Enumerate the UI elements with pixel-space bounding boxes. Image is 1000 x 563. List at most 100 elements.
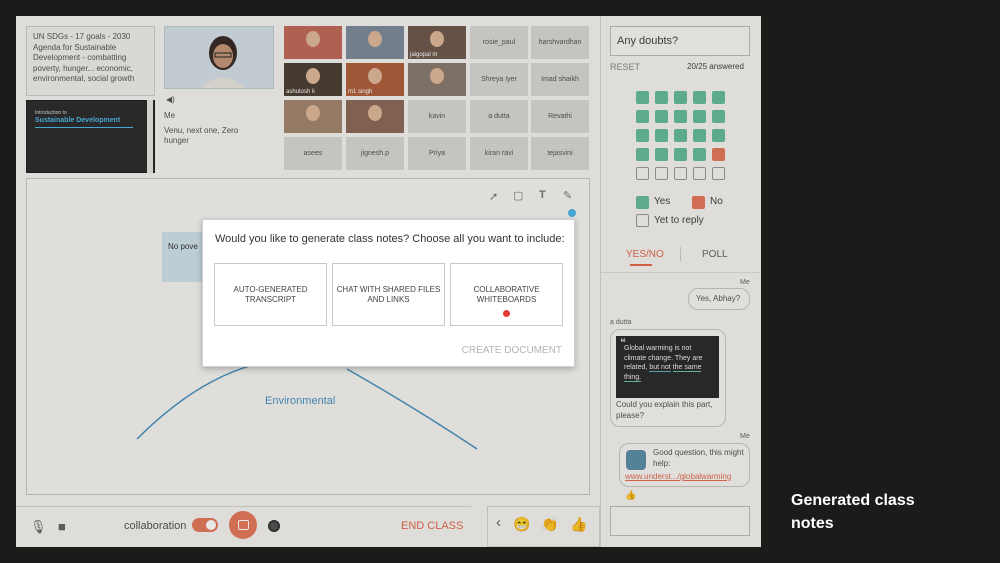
chat-reply: Good question, this might help: — [653, 448, 744, 468]
option-chat[interactable]: CHAT WITH SHARED FILES AND LINKS — [332, 263, 445, 326]
pointer-icon[interactable]: ➚ — [489, 190, 498, 203]
poll-square-yes — [636, 110, 649, 123]
legend-no: No — [710, 196, 723, 207]
laugh-emoji-button[interactable]: 😁 — [513, 516, 530, 533]
participant-name: harshvardhan — [538, 39, 582, 46]
speaker-icon[interactable]: ◀) — [166, 95, 175, 104]
tab-poll[interactable]: POLL — [702, 249, 728, 260]
participant-avatar — [368, 105, 382, 121]
participant-video — [284, 26, 342, 59]
chat-input[interactable] — [610, 506, 750, 536]
chat-sender-me-2: Me — [740, 433, 750, 440]
legend-pending: Yet to reply — [654, 215, 704, 226]
poll-square-yes — [636, 148, 649, 161]
clap-emoji-button[interactable]: 👏 — [541, 516, 558, 533]
participant-avatar — [306, 105, 320, 121]
branch-label: Environmental — [265, 395, 336, 407]
poll-square-yes — [655, 110, 668, 123]
shared-quote-image[interactable]: ❝ Global warming is not climate change. … — [616, 336, 719, 398]
participant-tile: Priya — [408, 137, 466, 170]
participant-tile: asees — [284, 137, 342, 170]
teacher-caption: Venu, next one, Zero hunger — [164, 125, 239, 146]
chat-sender-me: Me — [740, 279, 750, 286]
participant-tile: a dutta — [470, 100, 528, 133]
participant-avatar — [430, 31, 444, 47]
page-caption: Generated class notes — [791, 489, 961, 535]
reset-button[interactable]: RESET — [610, 62, 640, 72]
poll-square-yes — [655, 91, 668, 104]
poll-square-yes — [655, 148, 668, 161]
option-transcript[interactable]: AUTO-GENERATED TRANSCRIPT — [214, 263, 327, 326]
sticky-note-icon[interactable]: ▢ — [513, 189, 523, 202]
participant-name: m1 singh — [348, 89, 373, 95]
poll-square-pending — [655, 167, 668, 180]
camera-icon[interactable]: ■ — [58, 519, 66, 534]
participant-tile: Revathi — [531, 100, 589, 133]
participant-video — [346, 100, 404, 133]
slide-thumbnail[interactable]: Introduction to Sustainable Development — [26, 100, 155, 173]
poll-square-yes — [674, 129, 687, 142]
poll-square-yes — [693, 91, 706, 104]
microphone-icon[interactable]: 🎙 — [30, 519, 47, 535]
slide-underline — [35, 127, 133, 128]
participant-tile: rosie_paul — [470, 26, 528, 59]
color-swatch[interactable] — [568, 209, 576, 217]
chat-link[interactable]: www.underst.../globalwarming — [625, 472, 731, 483]
participant-video — [408, 63, 466, 96]
thumbs-up-emoji-button[interactable]: 👍 — [570, 516, 587, 533]
quote-underline-text: but not — [649, 364, 671, 372]
participant-video: ashutosh k — [284, 63, 342, 96]
link-preview-icon — [626, 450, 646, 470]
poll-square-yes — [693, 110, 706, 123]
poll-square-yes — [674, 91, 687, 104]
participant-avatar — [368, 68, 382, 84]
collaboration-toggle[interactable] — [192, 518, 218, 532]
teacher-video — [164, 26, 274, 89]
participant-avatar — [430, 68, 444, 84]
chat-question: Could you explain this part, please? — [616, 400, 713, 420]
doubts-input[interactable]: Any doubts? — [610, 26, 750, 56]
participant-name: Imad shaikh — [541, 76, 579, 83]
poll-square-pending — [693, 167, 706, 180]
legend-pending-swatch — [636, 214, 649, 227]
chat-message: Yes, Abhay? — [688, 288, 750, 310]
share-screen-button[interactable] — [229, 511, 257, 539]
participant-tile: harshvardhan — [531, 26, 589, 59]
participant-avatar — [368, 31, 382, 47]
dialog-question: Would you like to generate class notes? … — [215, 233, 565, 245]
pen-icon[interactable]: ✎ — [563, 189, 572, 202]
legend-yes-swatch — [636, 196, 649, 209]
record-button[interactable] — [268, 520, 280, 532]
agenda-card: UN SDGs - 17 goals - 2030 Agenda for Sus… — [26, 26, 155, 96]
poll-square-pending — [636, 167, 649, 180]
create-document-button[interactable]: CREATE DOCUMENT — [462, 345, 562, 356]
chat-divider — [600, 272, 761, 273]
option-whiteboards-label: COLLABORATIVE WHITEBOARDS — [473, 284, 540, 304]
chevron-left-icon[interactable]: ‹ — [496, 514, 501, 531]
caption-line-2: notes — [791, 515, 834, 532]
poll-square-yes — [674, 110, 687, 123]
participant-name: tejasvini — [547, 150, 573, 157]
tab-yes-no[interactable]: YES/NO — [626, 249, 664, 260]
participant-video — [346, 26, 404, 59]
participant-name: kiran ravi — [484, 150, 514, 157]
slide-subtitle: Introduction to — [35, 110, 67, 116]
poll-square-yes — [693, 148, 706, 161]
teacher-label: Me — [164, 111, 176, 120]
poll-square-yes — [712, 91, 725, 104]
answered-count: 20/25 answered — [687, 62, 744, 71]
option-chat-label: CHAT WITH SHARED FILES AND LINKS — [336, 284, 441, 304]
participant-tile: jignesh.p — [346, 137, 404, 170]
poll-square-no — [712, 148, 725, 161]
slide-scrollbar[interactable] — [147, 100, 153, 173]
text-tool-icon[interactable]: T — [539, 189, 546, 201]
option-whiteboards[interactable]: COLLABORATIVE WHITEBOARDS — [450, 263, 563, 326]
poll-square-pending — [674, 167, 687, 180]
poll-square-yes — [712, 110, 725, 123]
poll-square-yes — [655, 129, 668, 142]
collaboration-label: collaboration — [124, 520, 187, 532]
poll-square-yes — [636, 129, 649, 142]
share-screen-icon — [237, 520, 249, 530]
participant-video: m1 singh — [346, 63, 404, 96]
end-class-button[interactable]: END CLASS — [401, 520, 463, 532]
